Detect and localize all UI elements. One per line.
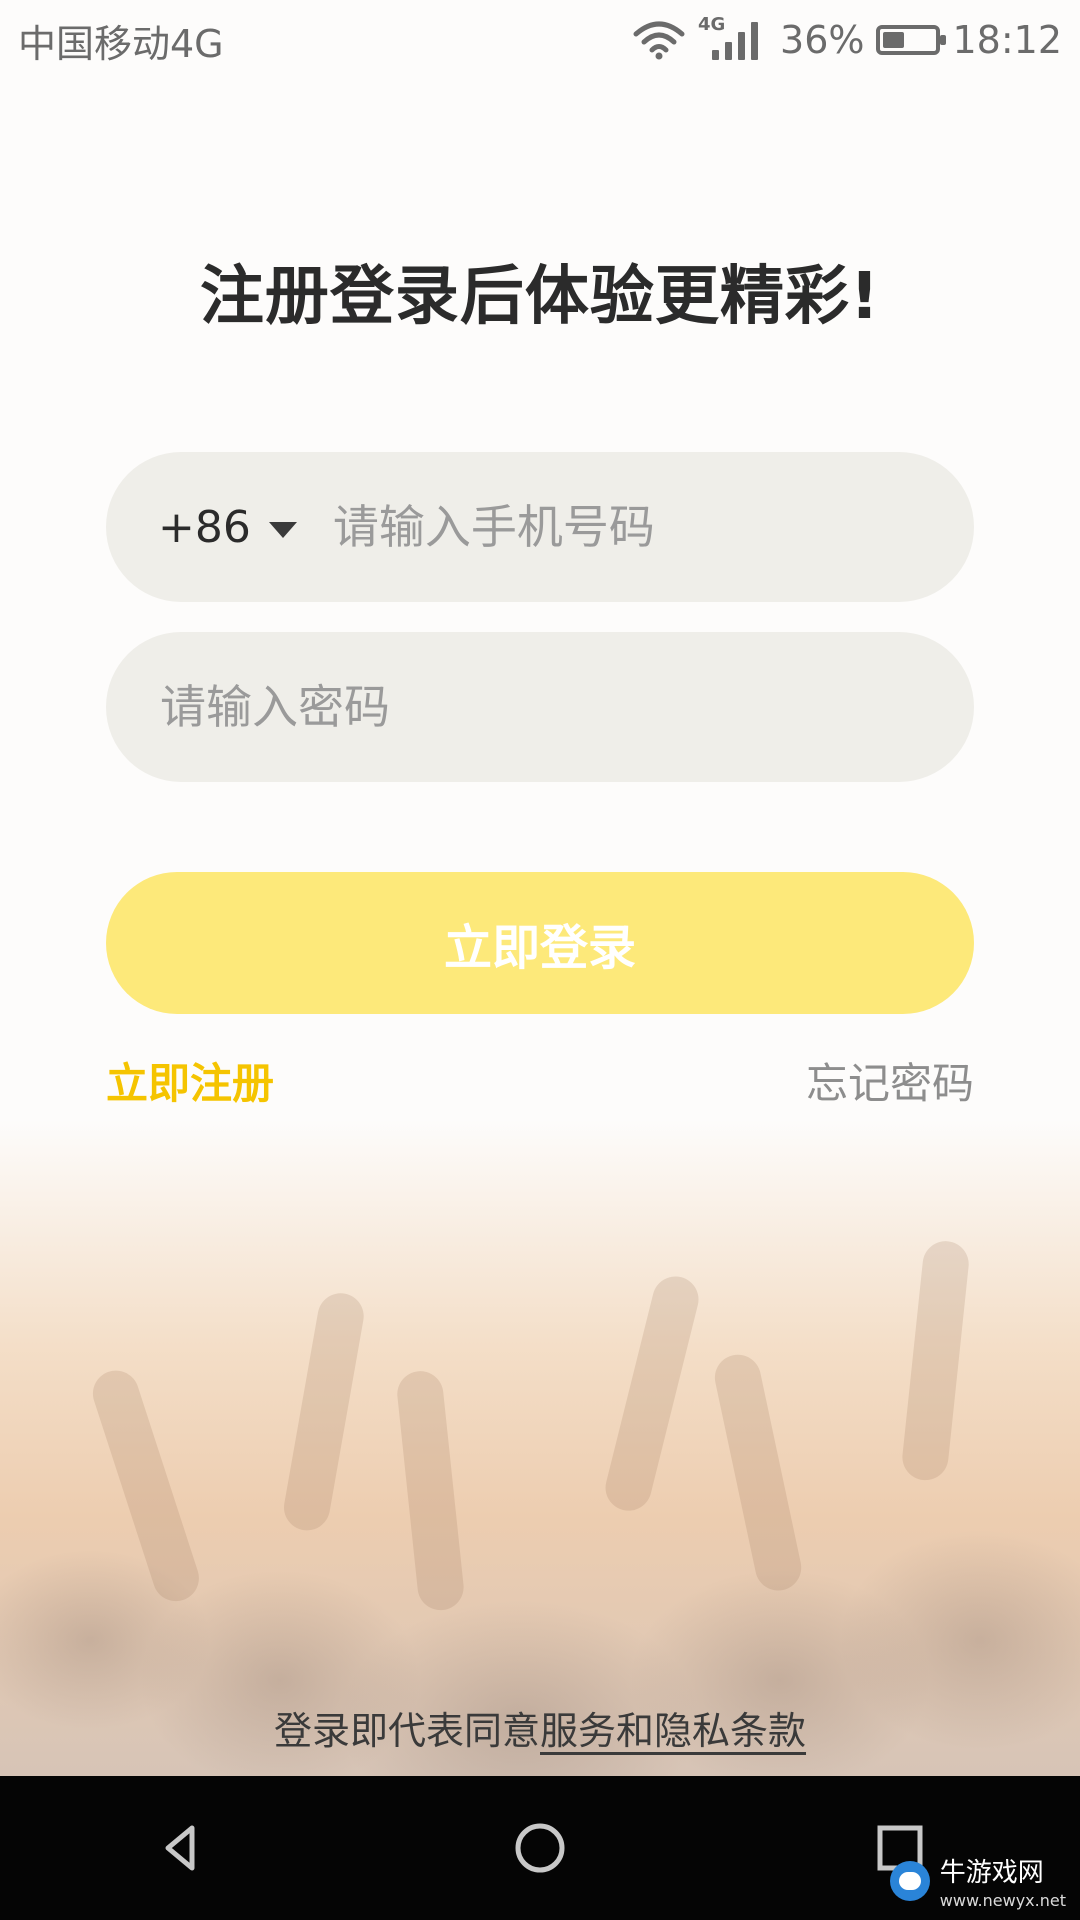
forgot-password-link[interactable]: 忘记密码 [806,1050,974,1111]
chevron-down-icon [268,522,297,538]
login-screen: 注册登录后体验更精彩! +86 立即登录 立即注册 忘记密码 登录即代表同意服务… [0,0,1080,1920]
watermark-title: 牛游戏网 [939,1858,1044,1888]
login-button[interactable]: 立即登录 [106,872,974,1014]
home-circle-icon [515,1823,565,1873]
page-title: 注册登录后体验更精彩! [199,260,881,334]
terms-prefix: 登录即代表同意 [273,1709,540,1753]
password-input[interactable] [158,679,922,735]
site-watermark: 牛游戏网 www.newyx.net [889,1852,1066,1910]
watermark-logo-icon [889,1861,930,1901]
watermark-text: 牛游戏网 www.newyx.net [940,1852,1066,1910]
country-code-label: +86 [158,501,251,553]
phone-field[interactable]: +86 [106,452,974,602]
password-field[interactable] [106,632,974,782]
nav-back-button[interactable] [120,1788,240,1908]
back-triangle-icon [165,1825,195,1871]
phone-input[interactable] [330,499,922,555]
auth-links: 立即注册 忘记密码 [106,1050,974,1111]
nav-home-button[interactable] [480,1788,600,1908]
watermark-site: www.newyx.net [939,1891,1066,1910]
terms-text: 登录即代表同意服务和隐私条款 [0,1700,1080,1755]
country-code-selector[interactable]: +86 [158,502,297,553]
register-link[interactable]: 立即注册 [106,1050,274,1111]
terms-link[interactable]: 服务和隐私条款 [540,1709,806,1753]
